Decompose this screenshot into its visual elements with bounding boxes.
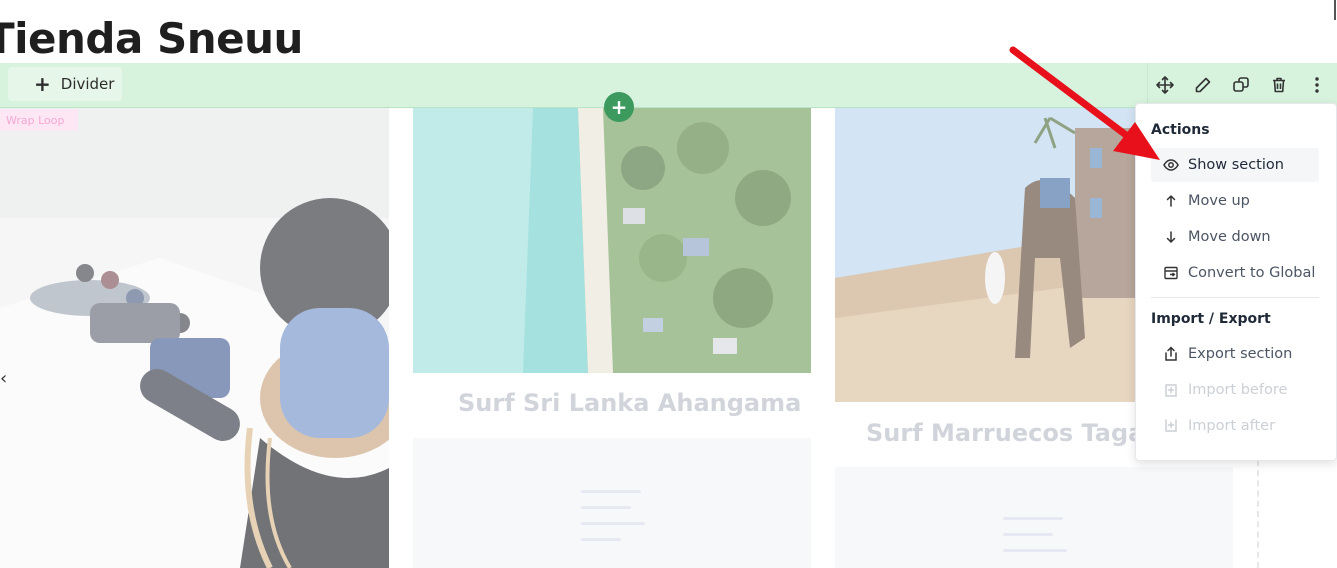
annotation-arrow-icon (1009, 46, 1160, 160)
